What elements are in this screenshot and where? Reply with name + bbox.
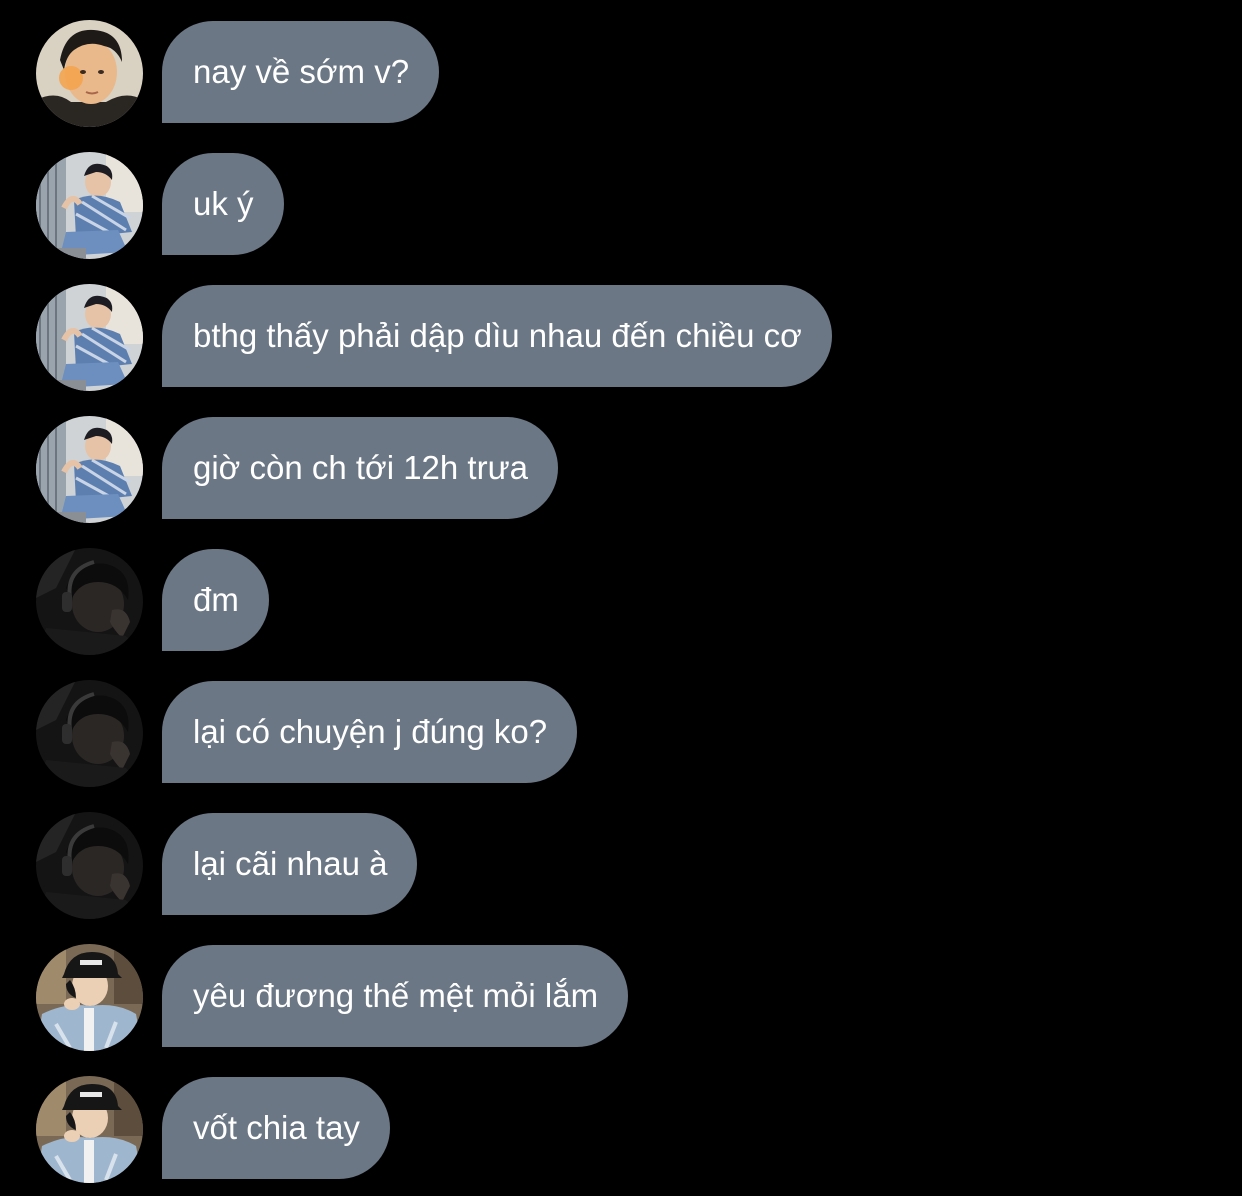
avatar[interactable]: [36, 680, 143, 787]
message-row: vốt chia tay: [36, 1076, 390, 1182]
message-row: đm: [36, 548, 269, 654]
message-bubble[interactable]: nay về sớm v?: [162, 21, 440, 123]
avatar[interactable]: [36, 416, 143, 523]
message-bubble[interactable]: đm: [162, 549, 269, 651]
message-bubble[interactable]: yêu đương thế mệt mỏi lắm: [162, 945, 629, 1047]
avatar[interactable]: [36, 1076, 143, 1183]
message-row: uk ý: [36, 152, 284, 258]
message-bubble[interactable]: lại có chuyện j đúng ko?: [162, 681, 578, 783]
message-bubble[interactable]: vốt chia tay: [162, 1077, 390, 1179]
message-row: lại cãi nhau à: [36, 812, 418, 919]
message-bubble[interactable]: lại cãi nhau à: [162, 813, 418, 915]
avatar[interactable]: [36, 812, 143, 919]
message-row: giờ còn ch tới 12h trưa: [36, 416, 559, 523]
message-row: lại có chuyện j đúng ko?: [36, 680, 578, 787]
avatar[interactable]: [36, 548, 143, 655]
avatar[interactable]: [36, 284, 143, 391]
message-row: bthg thấy phải dập dìu nhau đến chiều cơ: [36, 284, 832, 390]
avatar[interactable]: [36, 944, 143, 1051]
message-bubble[interactable]: bthg thấy phải dập dìu nhau đến chiều cơ: [162, 285, 832, 387]
message-row: nay về sớm v?: [36, 20, 440, 127]
avatar[interactable]: [36, 152, 143, 259]
message-row: yêu đương thế mệt mỏi lắm: [36, 944, 629, 1051]
message-bubble[interactable]: uk ý: [162, 153, 284, 255]
chat-thread: nay về sớm v? uk ý bthg thấy phải dập dì…: [0, 0, 1242, 1196]
avatar[interactable]: [36, 20, 143, 127]
message-bubble[interactable]: giờ còn ch tới 12h trưa: [162, 417, 559, 519]
